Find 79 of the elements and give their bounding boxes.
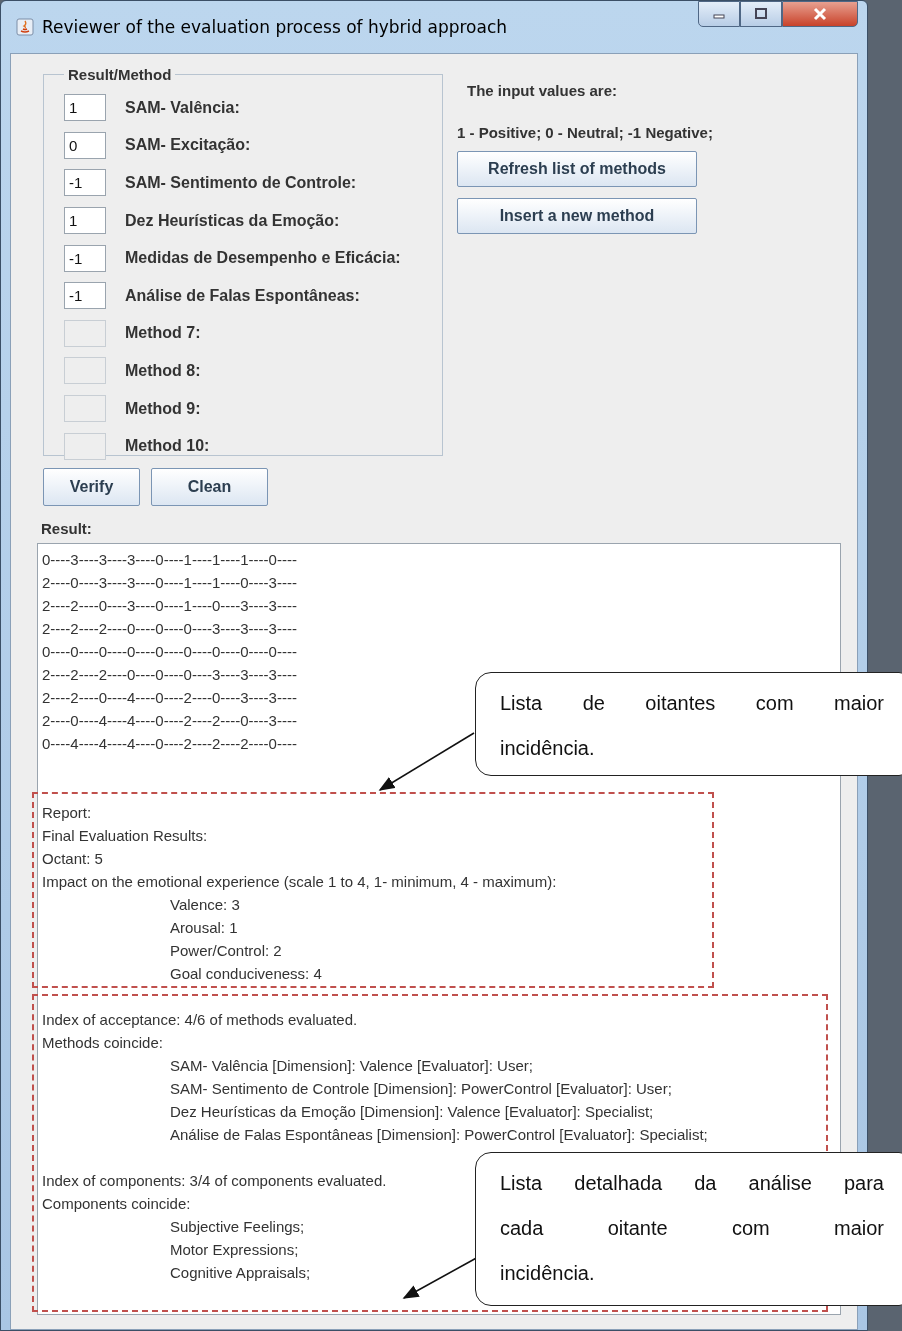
method-label: Method 9: [125,399,201,418]
window-title: Reviewer of the evaluation process of hybrid approach [42,17,508,37]
result-line: 2----2----2----0----0----0----3----3----3---- [42,665,297,685]
result-line: 2----0----4----4----0----2----2----0----3---- [42,711,297,731]
result-line: Cognitive Appraisals; [169,1263,311,1283]
result-line: Index of acceptance: 4/6 of methods evaluated. [42,1010,358,1030]
result-line: Octant: 5 [42,849,103,869]
value-field[interactable]: 1 [64,207,106,235]
result-line: Análise de Falas Espontâneas [Dimension]: PowerControl [Evaluator]: Specialist; [169,1125,708,1145]
method-label: Medidas de Desempenho e Eficácia: [125,249,401,268]
result-line: Methods coincide: [42,1033,163,1053]
result-line: Valence: 3 [169,895,240,915]
callout-word: maior [834,691,884,716]
method-button[interactable]: Refresh list of methods [457,151,697,187]
result-line: Power/Control: 2 [169,941,282,961]
close-icon [812,7,828,21]
action-button[interactable]: Clean [151,468,268,506]
app-icon [16,18,34,36]
maximize-icon [754,8,768,20]
value-field[interactable] [64,395,106,423]
input-values-heading: The input values are: [467,82,618,99]
method-label: Method 7: [125,324,201,343]
method-label: SAM- Excitação: [125,136,251,155]
result-line: Index of components: 3/4 of components evaluated. [42,1171,387,1191]
value-field[interactable] [64,319,106,347]
callout-word: Lista [500,691,543,716]
method-button[interactable]: Insert a new method [457,198,697,234]
method-label: Method 8: [125,361,201,380]
input-values-legend: 1 - Positive; 0 - Neutral; -1 Negative; [457,124,713,141]
result-line: 2----2----0----4----0----2----0----3----3---- [42,688,297,708]
result-line: Arousal: 1 [169,918,238,938]
callout-word: detalhada [574,1171,663,1196]
callout-word: incidência. [500,1261,595,1286]
result-label: Result: [41,520,93,537]
result-line: Motor Expressions; [169,1240,299,1260]
result-line: 2----2----0----3----0----1----0----3----3---- [42,596,297,616]
value-field[interactable]: -1 [64,169,106,197]
close-button[interactable] [782,1,858,27]
action-button[interactable]: Verify [43,468,140,506]
result-line: Goal conduciveness: 4 [169,964,322,984]
result-line: Final Evaluation Results: [42,826,208,846]
result-line: 2----0----3----3----0----1----1----0----3---- [42,573,297,593]
callout-word: incidência. [500,736,595,761]
method-label: Análise de Falas Espontâneas: [125,286,360,305]
callout-word: maior [834,1216,884,1241]
result-line: Subjective Feelings; [169,1217,305,1237]
group-title: Result/Method [67,66,173,83]
minimize-button[interactable] [698,1,740,27]
callout-word: com [755,691,794,716]
callout-word: com [731,1216,770,1241]
callout-word: análise [748,1171,812,1196]
callout-word: da [694,1171,717,1196]
result-line: 0----3----3----3----0----1----1----1----0---- [42,550,297,570]
result-line: 0----4----4----4----0----2----2----2----0---- [42,734,297,754]
method-label: SAM- Valência: [125,98,240,117]
result-line: Report: [42,803,92,823]
result-line: 2----2----2----0----0----0----3----3----3---- [42,619,297,639]
result-line: 0----0----0----0----0----0----0----0----0---- [42,642,297,662]
value-field[interactable]: -1 [64,282,106,310]
result-line: SAM- Valência [Dimension]: Valence [Evaluator]: User; [169,1056,533,1076]
maximize-button[interactable] [740,1,782,27]
method-label: Dez Heurísticas da Emoção: [125,211,340,230]
value-field[interactable] [64,432,106,460]
value-field[interactable]: 1 [64,94,106,122]
result-line: Dez Heurísticas da Emoção [Dimension]: Valence [Evaluator]: Specialist; [169,1102,654,1122]
value-field[interactable] [64,357,106,385]
result-line: Impact on the emotional experience (scale 1 to 4, 1- minimum, 4 - maximum): [42,872,557,892]
value-field[interactable]: -1 [64,244,106,272]
callout-word: para [843,1171,884,1196]
method-label: SAM- Sentimento de Controle: [125,174,357,192]
result-line: SAM- Sentimento de Controle [Dimension]: PowerControl [Evaluator]: User; [169,1079,672,1099]
method-label: Method 10: [125,437,210,456]
callout-word: oitante [607,1216,668,1241]
value-field[interactable]: 0 [64,131,106,159]
callout-word: oitantes [645,691,716,716]
callout-word: de [582,691,605,716]
callout-word: Lista [500,1171,543,1196]
result-line: Components coincide: [42,1194,191,1214]
callout-word: cada [500,1216,544,1241]
